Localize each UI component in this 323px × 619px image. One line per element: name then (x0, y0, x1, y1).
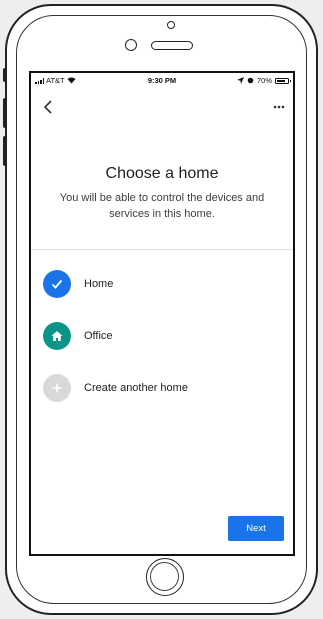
page-subtitle: You will be able to control the devices … (59, 192, 265, 220)
alarm-icon (247, 77, 254, 84)
location-icon (236, 77, 244, 84)
volume-up-button (3, 98, 7, 128)
home-button-ring (150, 562, 179, 591)
app-screen: AT&T 9:30 PM 70% Choose a home You will … (29, 71, 295, 556)
home-option-office[interactable]: Office (43, 322, 113, 350)
house-icon (51, 331, 63, 341)
hardware-home-button[interactable] (146, 558, 184, 596)
mute-switch (3, 68, 7, 82)
home-option-label: Create another home (84, 382, 188, 394)
more-options-button[interactable] (273, 101, 285, 112)
home-option-home[interactable]: Home (43, 270, 113, 298)
status-right: 70% (236, 76, 291, 85)
volume-down-button (3, 136, 7, 166)
home-option-label: Office (84, 330, 113, 342)
chevron-left-icon (43, 100, 52, 114)
earpiece-speaker (151, 41, 193, 50)
sensor-dot (167, 21, 175, 29)
status-bar: AT&T 9:30 PM 70% (31, 73, 293, 87)
page-title: Choose a home (105, 165, 219, 182)
next-button[interactable]: Next (228, 516, 284, 541)
battery-percent: 70% (256, 76, 272, 85)
plus-icon (52, 383, 62, 393)
front-camera (125, 39, 137, 51)
create-home-option[interactable]: Create another home (43, 374, 188, 402)
office-home-badge (43, 322, 71, 350)
create-home-badge (43, 374, 71, 402)
battery-icon (275, 77, 291, 84)
selected-home-badge (43, 270, 71, 298)
home-option-label: Home (84, 278, 114, 290)
back-button[interactable] (41, 99, 57, 115)
more-horiz-icon (273, 105, 285, 109)
divider (31, 249, 293, 250)
check-icon (51, 279, 63, 289)
